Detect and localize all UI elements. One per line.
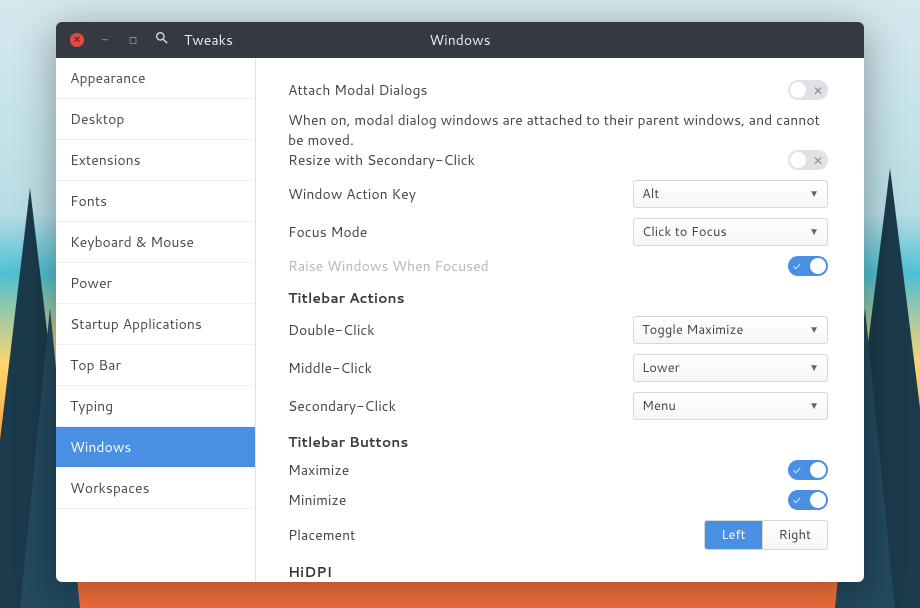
attach-modal-toggle[interactable]: ✕: [788, 80, 828, 100]
resize-secondary-toggle[interactable]: ✕: [788, 150, 828, 170]
caret-down-icon: ▼: [809, 187, 819, 201]
secondary-click-label: Secondary-Click: [288, 396, 621, 416]
sidebar-item-workspaces[interactable]: Workspaces: [56, 468, 255, 509]
double-click-value: Toggle Maximize: [642, 321, 743, 339]
sidebar-item-keyboard-mouse[interactable]: Keyboard & Mouse: [56, 222, 255, 263]
app-name: Tweaks: [184, 30, 233, 50]
attach-modal-label: Attach Modal Dialogs: [288, 80, 776, 100]
minimize-label: Minimize: [288, 490, 776, 510]
action-key-dropdown[interactable]: Alt ▼: [633, 180, 828, 208]
caret-down-icon: ▼: [809, 225, 819, 239]
hidpi-heading: HiDPI: [288, 562, 828, 582]
action-key-label: Window Action Key: [288, 184, 621, 204]
focus-mode-value: Click to Focus: [642, 223, 727, 241]
tweaks-window: ✕ – ◻ Tweaks Windows Appearance Desktop …: [56, 22, 864, 582]
caret-down-icon: ▼: [809, 323, 819, 337]
sidebar-item-top-bar[interactable]: Top Bar: [56, 345, 255, 386]
maximize-toggle[interactable]: ✓: [788, 460, 828, 480]
placement-segmented: Left Right: [704, 520, 828, 550]
titlebar-buttons-heading: Titlebar Buttons: [288, 432, 828, 452]
content-panel: Attach Modal Dialogs ✕ When on, modal di…: [256, 58, 864, 582]
maximize-label: Maximize: [288, 460, 776, 480]
secondary-click-value: Menu: [642, 397, 676, 415]
close-icon[interactable]: ✕: [70, 33, 84, 47]
secondary-click-dropdown[interactable]: Menu ▼: [633, 392, 828, 420]
focus-mode-label: Focus Mode: [288, 222, 621, 242]
action-key-value: Alt: [642, 185, 659, 203]
maximize-icon[interactable]: ◻: [126, 33, 140, 47]
middle-click-dropdown[interactable]: Lower ▼: [633, 354, 828, 382]
minimize-icon[interactable]: –: [98, 33, 112, 47]
double-click-dropdown[interactable]: Toggle Maximize ▼: [633, 316, 828, 344]
minimize-toggle[interactable]: ✓: [788, 490, 828, 510]
raise-focused-toggle[interactable]: ✓: [788, 256, 828, 276]
caret-down-icon: ▼: [809, 361, 819, 375]
focus-mode-dropdown[interactable]: Click to Focus ▼: [633, 218, 828, 246]
sidebar-item-windows[interactable]: Windows: [56, 427, 255, 468]
middle-click-label: Middle-Click: [288, 358, 621, 378]
resize-secondary-label: Resize with Secondary-Click: [288, 150, 776, 170]
middle-click-value: Lower: [642, 359, 680, 377]
sidebar-item-appearance[interactable]: Appearance: [56, 58, 255, 99]
sidebar: Appearance Desktop Extensions Fonts Keyb…: [56, 58, 256, 582]
placement-left-button[interactable]: Left: [705, 521, 761, 549]
sidebar-item-startup-applications[interactable]: Startup Applications: [56, 304, 255, 345]
titlebar-actions-heading: Titlebar Actions: [288, 288, 828, 308]
double-click-label: Double-Click: [288, 320, 621, 340]
attach-modal-description: When on, modal dialog windows are attach…: [288, 110, 828, 150]
raise-focused-label: Raise Windows When Focused: [288, 256, 776, 276]
search-icon[interactable]: [154, 30, 170, 51]
sidebar-item-extensions[interactable]: Extensions: [56, 140, 255, 181]
sidebar-item-desktop[interactable]: Desktop: [56, 99, 255, 140]
sidebar-item-typing[interactable]: Typing: [56, 386, 255, 427]
placement-right-button[interactable]: Right: [762, 521, 827, 549]
caret-down-icon: ▼: [809, 399, 819, 413]
sidebar-item-power[interactable]: Power: [56, 263, 255, 304]
titlebar: ✕ – ◻ Tweaks Windows: [56, 22, 864, 58]
placement-label: Placement: [288, 525, 692, 545]
sidebar-item-fonts[interactable]: Fonts: [56, 181, 255, 222]
